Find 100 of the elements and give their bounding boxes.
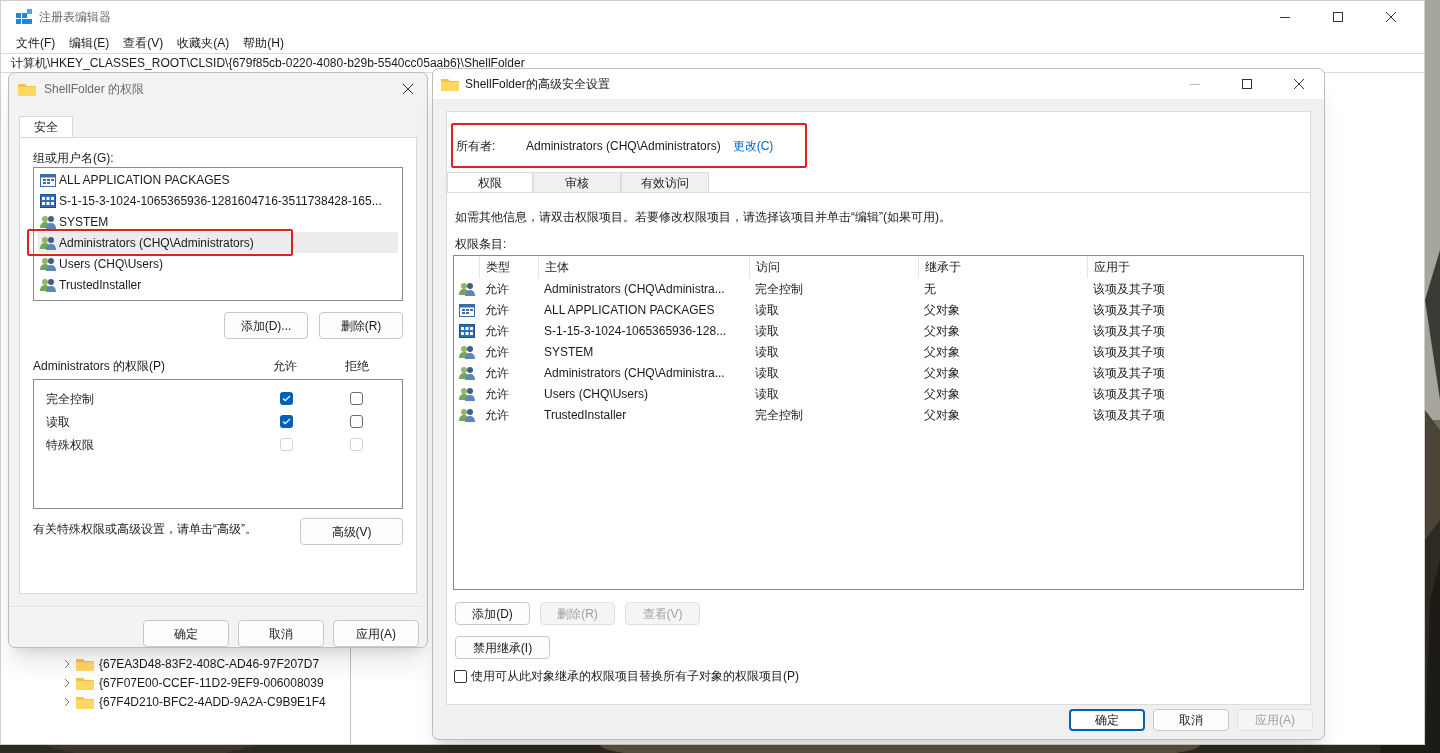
tree-item[interactable]: {67EA3D48-83F2-408C-AD46-97F207D7 — [99, 654, 320, 673]
folder-icon — [76, 656, 94, 671]
registry-icon — [16, 9, 32, 25]
tree-item[interactable]: {67F4D210-BFC2-4ADD-9A2A-C9B9E1F4 — [99, 692, 326, 711]
dialog-button[interactable]: 取消 — [1153, 709, 1229, 731]
checkbox-label: 使用可从此对象继承的权限项目替换所有子对象的权限项目(P) — [471, 668, 799, 685]
column-header[interactable]: 主体 — [538, 256, 749, 278]
table-cell-text: Administrators (CHQ\Administra... — [543, 364, 726, 382]
dialog-button[interactable]: 确定 — [143, 620, 229, 647]
tab[interactable]: 有效访问 — [621, 172, 709, 192]
table-cell-text: 该项及其子项 — [1092, 301, 1166, 319]
field-label: 权限条目: — [454, 236, 508, 251]
close-icon — [1293, 78, 1305, 90]
table-cell-text: 允许 — [484, 280, 510, 298]
hint-text: 有关特殊权限或高级设置，请单击“高级”。 — [33, 521, 257, 538]
list-item[interactable]: S-1-15-3-1024-1065365936-1281604716-3511738428-165... — [38, 190, 398, 211]
folder-icon — [76, 675, 94, 690]
permission-name: 完全控制 — [45, 390, 95, 408]
table-cell-text: 允许 — [484, 385, 510, 403]
tree-item[interactable]: {67F07E00-CCEF-11D2-9EF9-006008039 — [99, 673, 324, 692]
tab[interactable]: 审核 — [533, 172, 621, 192]
table-cell-text: 该项及其子项 — [1092, 280, 1166, 298]
menu-item[interactable]: 查看(V) — [116, 34, 171, 52]
chevron-icon — [63, 677, 71, 688]
table-cell-text: 父对象 — [923, 301, 961, 319]
checkbox[interactable] — [280, 392, 293, 405]
menu-item[interactable]: 收藏夹(A) — [170, 34, 237, 52]
chevron-icon — [63, 658, 71, 669]
window-title: ShellFolder 的权限 — [44, 81, 145, 98]
tab[interactable]: 安全 — [19, 116, 73, 137]
tab[interactable]: 权限 — [447, 172, 533, 192]
table-cell-text: 完全控制 — [754, 280, 804, 298]
table-cell-text: 读取 — [754, 364, 780, 382]
dialog-button[interactable]: 添加(D)... — [224, 312, 308, 339]
window-title: 注册表编辑器 — [39, 9, 111, 26]
table-cell-text: 允许 — [484, 301, 510, 319]
table-cell-text: 该项及其子项 — [1092, 364, 1166, 382]
checkbox[interactable] — [280, 415, 293, 428]
dialog-button[interactable]: 禁用继承(I) — [455, 636, 550, 659]
menu-item[interactable]: 帮助(H) — [236, 34, 291, 52]
users-icon — [458, 406, 475, 423]
change-link[interactable]: 更改(C) — [732, 137, 774, 155]
list-item[interactable]: SYSTEM — [38, 211, 398, 232]
column-header: 允许 — [273, 358, 298, 375]
maximize-icon — [1332, 11, 1344, 23]
folder-icon — [18, 82, 36, 96]
folder-icon — [76, 694, 94, 709]
chevron-icon — [63, 696, 71, 707]
menu-item[interactable]: 编辑(E) — [62, 34, 117, 52]
grid-window-icon — [458, 322, 475, 339]
table-cell-text: Users (CHQ\Users) — [543, 385, 649, 403]
users-icon — [40, 255, 56, 272]
checkbox[interactable] — [350, 392, 363, 405]
list-item[interactable]: ALL APPLICATION PACKAGES — [38, 169, 398, 190]
table-cell-text: 父对象 — [923, 385, 961, 403]
table-cell-text: TrustedInstaller — [543, 406, 628, 424]
users-icon — [458, 385, 475, 402]
grid-window-icon — [40, 192, 56, 209]
column-header[interactable]: 应用于 — [1087, 256, 1287, 278]
dialog-button[interactable]: 添加(D) — [455, 602, 530, 625]
table-cell-text: 父对象 — [923, 343, 961, 361]
users-icon — [40, 276, 56, 293]
field-label: Administrators 的权限(P) — [33, 358, 167, 375]
table-cell-text: 该项及其子项 — [1092, 385, 1166, 403]
table-cell-text: 允许 — [484, 406, 510, 424]
table-cell-text: 该项及其子项 — [1092, 343, 1166, 361]
dialog-button[interactable]: 应用(A) — [333, 620, 419, 647]
table-cell-text: 完全控制 — [754, 406, 804, 424]
close-icon — [402, 83, 414, 95]
list-item[interactable]: Users (CHQ\Users) — [38, 253, 398, 274]
owner-name: Administrators (CHQ\Administrators) — [526, 138, 721, 155]
column-header[interactable]: 类型 — [479, 256, 538, 278]
close-icon — [1385, 11, 1397, 23]
checkbox[interactable] — [350, 415, 363, 428]
dialog-button[interactable]: 删除(R) — [319, 312, 403, 339]
dialog-button[interactable]: 确定 — [1069, 709, 1145, 731]
table-cell-text: 读取 — [754, 322, 780, 340]
maximize-icon — [1241, 78, 1253, 90]
field-label: 所有者: — [456, 138, 497, 155]
table-cell-text: 该项及其子项 — [1092, 406, 1166, 424]
permission-name: 读取 — [45, 413, 71, 431]
users-icon — [40, 213, 56, 230]
table-cell-text: 父对象 — [923, 364, 961, 382]
checkbox[interactable] — [454, 669, 467, 683]
window-title: ShellFolder的高级安全设置 — [465, 76, 610, 93]
table-cell-text: 允许 — [484, 343, 510, 361]
users-icon — [458, 364, 475, 381]
column-header[interactable]: 继承于 — [918, 256, 1087, 278]
table-cell-text: 允许 — [484, 322, 510, 340]
menu-item[interactable]: 文件(F) — [9, 34, 63, 52]
column-header[interactable]: 访问 — [749, 256, 918, 278]
list-item[interactable]: TrustedInstaller — [38, 274, 398, 295]
table-cell-text: 父对象 — [923, 322, 961, 340]
dialog-button[interactable]: 取消 — [238, 620, 324, 647]
table-cell-text: 读取 — [754, 343, 780, 361]
table-cell-text: Administrators (CHQ\Administra... — [543, 280, 726, 298]
app-window-icon — [458, 301, 475, 318]
column-header: 拒绝 — [345, 358, 369, 375]
app-window-icon — [40, 171, 56, 188]
dialog-button[interactable]: 高级(V) — [300, 518, 403, 545]
